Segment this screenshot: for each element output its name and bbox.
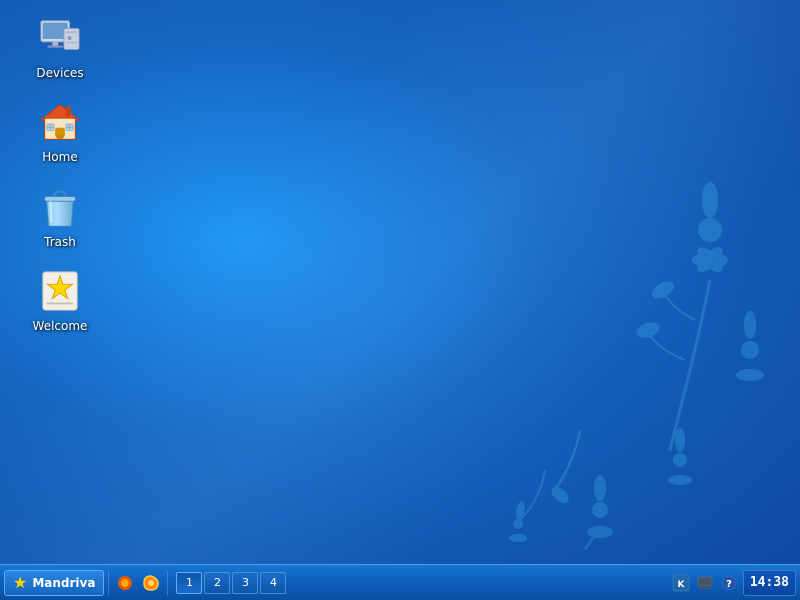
workspace-4-button[interactable]: 4 [260, 572, 286, 594]
light-ray [0, 0, 800, 600]
system-tray: K ? [670, 572, 740, 594]
clock[interactable]: 14:38 [743, 570, 796, 596]
start-button[interactable]: ★ Mandriva [4, 570, 104, 596]
browser-quicklaunch[interactable] [139, 571, 163, 595]
workspace-switcher: 1 2 3 4 [176, 572, 663, 594]
welcome-label: Welcome [33, 319, 88, 333]
trash-label: Trash [44, 235, 76, 249]
desktop: Devices [0, 0, 800, 600]
trash-icon[interactable]: Trash [20, 179, 100, 253]
taskbar-right: K ? [670, 570, 796, 596]
svg-text:K: K [677, 580, 685, 590]
desktop-icons-container: Devices [20, 10, 100, 338]
quick-launch [113, 571, 163, 595]
workspace-3-button[interactable]: 3 [232, 572, 258, 594]
taskbar: ★ Mandriva 1 [0, 564, 800, 600]
floral-decoration [400, 150, 800, 550]
home-label: Home [42, 150, 77, 164]
separator-1 [108, 571, 109, 595]
separator-2 [167, 571, 168, 595]
trash-icon-image [36, 183, 84, 231]
home-icon[interactable]: Home [20, 94, 100, 168]
welcome-icon-image [36, 267, 84, 315]
mandriva-star-icon: ★ [13, 573, 27, 592]
welcome-icon[interactable]: Welcome [20, 263, 100, 337]
home-icon-image [36, 98, 84, 146]
display-tray-icon[interactable] [694, 572, 716, 594]
firefox-quicklaunch[interactable] [113, 571, 137, 595]
kde-tray-icon[interactable]: K [670, 572, 692, 594]
devices-icon[interactable]: Devices [20, 10, 100, 84]
devices-label: Devices [36, 66, 83, 80]
svg-text:?: ? [726, 579, 732, 590]
workspace-2-button[interactable]: 2 [204, 572, 230, 594]
start-label: Mandriva [32, 576, 95, 590]
workspace-1-button[interactable]: 1 [176, 572, 202, 594]
devices-icon-image [36, 14, 84, 62]
help-tray-icon[interactable]: ? [718, 572, 740, 594]
